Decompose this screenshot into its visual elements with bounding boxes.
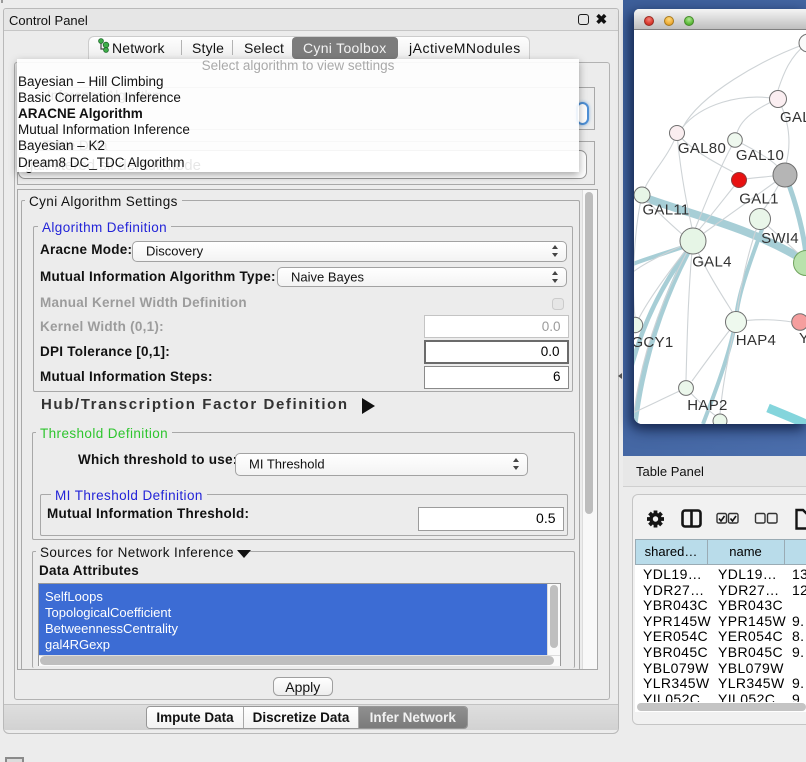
svg-text:HAP4: HAP4 (736, 332, 776, 349)
svg-text:YJ: YJ (799, 330, 806, 347)
svg-text:GAL4: GAL4 (692, 254, 732, 271)
svg-text:GAL10: GAL10 (736, 147, 784, 164)
svg-text:SWI4: SWI4 (761, 230, 799, 247)
svg-text:GCY1: GCY1 (634, 334, 674, 351)
svg-text:HAP2: HAP2 (687, 397, 727, 414)
svg-text:GAL1: GAL1 (739, 191, 779, 208)
svg-text:GAL11: GAL11 (642, 202, 689, 219)
svg-text:GAL80: GAL80 (678, 140, 726, 157)
svg-text:GAL7: GAL7 (780, 109, 806, 126)
